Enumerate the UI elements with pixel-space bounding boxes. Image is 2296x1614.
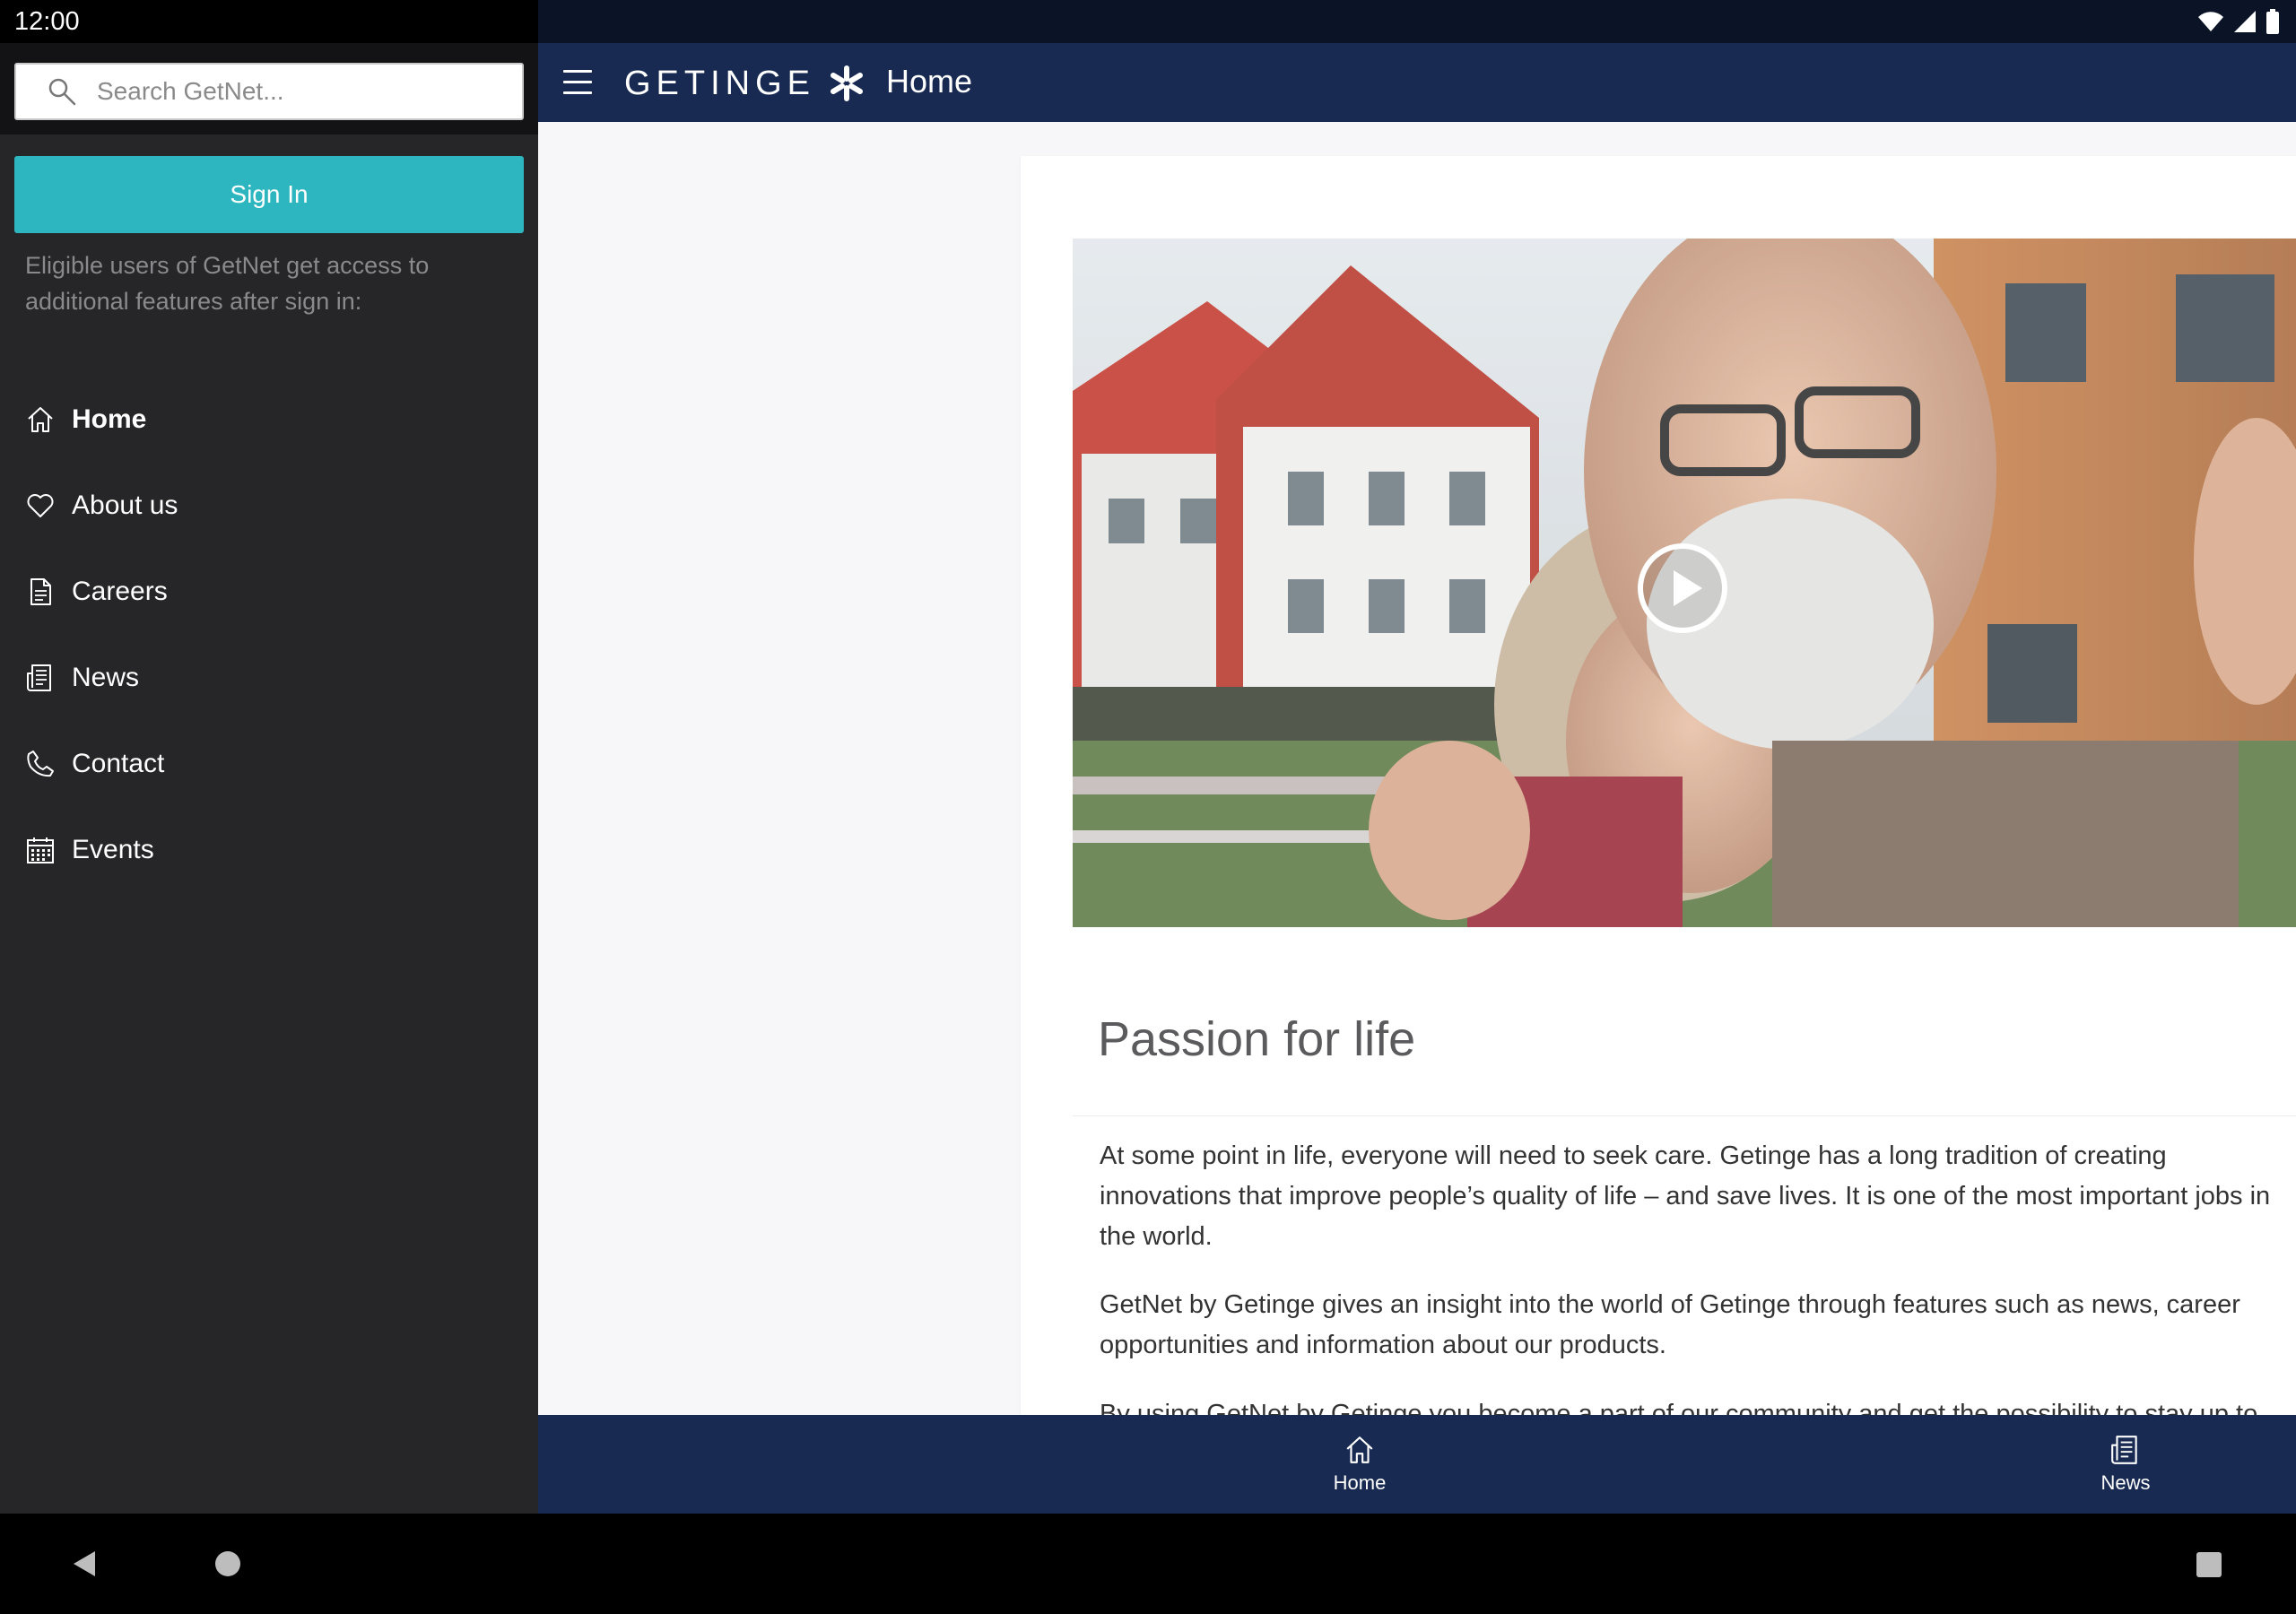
drawer-item-events[interactable]: Events — [0, 807, 538, 893]
drawer-item-label: Home — [72, 404, 147, 434]
drawer-item-label: News — [72, 663, 140, 692]
newspaper-icon — [27, 664, 51, 691]
drawer-item-careers[interactable]: Careers — [0, 549, 538, 635]
back-icon[interactable] — [68, 1548, 100, 1580]
bottom-navigation: Home News — [538, 1415, 2296, 1514]
drawer-item-contact[interactable]: Contact — [0, 721, 538, 807]
drawer-item-about-us[interactable]: About us — [0, 463, 538, 549]
drawer-item-label: Contact — [72, 749, 165, 778]
status-time: 12:00 — [14, 7, 80, 36]
drawer-item-label: Events — [72, 835, 154, 864]
hero-video[interactable] — [1073, 239, 2296, 927]
article-paragraph: At some point in life, everyone will nee… — [1100, 1141, 2271, 1251]
cell-signal-icon — [2234, 11, 2256, 32]
drawer-item-label: Careers — [72, 577, 168, 606]
bottom-nav-label: Home — [1333, 1471, 1387, 1494]
document-icon — [30, 578, 51, 605]
play-icon[interactable] — [1636, 542, 1729, 635]
brand-wordmark: GETINGE — [624, 64, 816, 102]
getinge-star-icon — [831, 65, 864, 101]
home-icon — [1346, 1436, 1373, 1463]
battery-icon — [2266, 9, 2279, 34]
system-navigation-bar — [0, 1514, 2296, 1614]
main-content: GETINGE Home Passion for life At some po… — [538, 43, 2296, 1514]
navigation-drawer: Sign In Eligible users of GetNet get acc… — [0, 43, 538, 1514]
heart-icon — [27, 494, 54, 517]
wifi-icon — [2198, 12, 2223, 31]
drawer-item-label: About us — [72, 490, 178, 520]
phone-icon — [27, 751, 54, 777]
drawer-search-area — [0, 43, 538, 134]
bottom-nav-home[interactable]: Home — [1261, 1415, 1458, 1514]
search-box[interactable] — [14, 63, 524, 120]
status-bar-left — [0, 0, 538, 43]
calendar-icon — [27, 837, 54, 863]
menu-icon[interactable] — [563, 70, 592, 95]
app-bar: GETINGE Home — [538, 43, 2296, 122]
home-circle-icon[interactable] — [213, 1549, 242, 1578]
article-headline: Passion for life — [1098, 1012, 1416, 1066]
newspaper-icon — [2111, 1436, 2137, 1464]
getinge-logo: GETINGE — [624, 63, 865, 104]
search-icon — [48, 78, 76, 106]
sign-in-button[interactable]: Sign In — [14, 156, 524, 233]
page-title: Home — [886, 63, 973, 100]
bottom-nav-news[interactable]: News — [2027, 1415, 2224, 1514]
drawer-item-news[interactable]: News — [0, 635, 538, 721]
article-paragraph: GetNet by Getinge gives an insight into … — [1100, 1290, 2240, 1359]
search-input[interactable] — [97, 77, 491, 106]
content-card: Passion for life At some point in life, … — [1021, 156, 2296, 1514]
system-icons — [2197, 9, 2280, 34]
bottom-nav-label: News — [2100, 1471, 2151, 1494]
drawer-nav-list: Home About us Careers News Contact Event… — [0, 377, 538, 893]
drawer-item-home[interactable]: Home — [0, 377, 538, 463]
recent-apps-icon[interactable] — [2196, 1551, 2222, 1578]
home-icon — [28, 407, 53, 432]
sign-in-note: Eligible users of GetNet get access to a… — [25, 252, 430, 315]
status-bar: 12:00 — [0, 0, 2296, 43]
